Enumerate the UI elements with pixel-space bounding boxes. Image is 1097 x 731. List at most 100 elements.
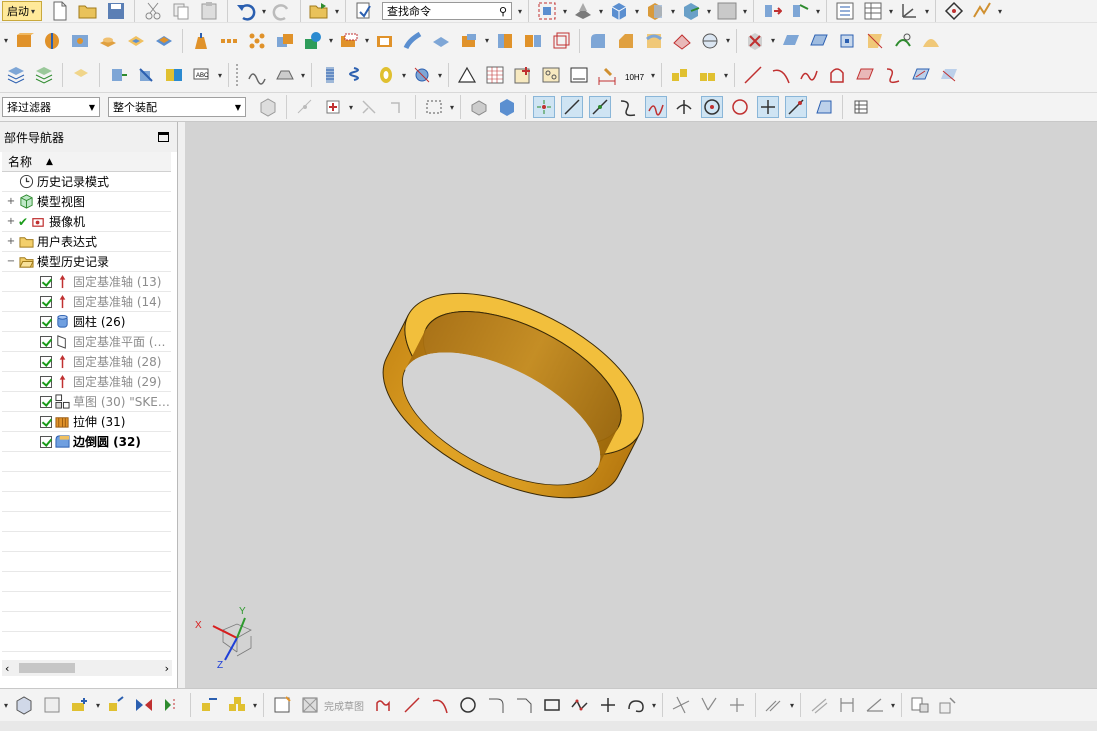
save-icon[interactable] xyxy=(105,0,127,22)
sketch-circle-icon[interactable] xyxy=(457,694,479,716)
feature-checkbox[interactable] xyxy=(40,435,52,448)
tree-node-model-history[interactable]: − 模型历史记录 xyxy=(2,252,171,272)
delete-face-icon[interactable] xyxy=(744,30,766,52)
feature-checkbox[interactable] xyxy=(40,315,52,328)
sphere-cut-icon[interactable] xyxy=(699,30,721,52)
line-icon[interactable] xyxy=(742,64,764,86)
profile-icon[interactable] xyxy=(826,64,848,86)
selection-scope-select[interactable]: 整个装配 ▼ xyxy=(108,97,246,117)
select-feature-icon[interactable] xyxy=(358,96,380,118)
fit-view-icon[interactable] xyxy=(536,0,558,22)
snap-arc-center-icon[interactable] xyxy=(701,96,723,118)
collapse-icon[interactable]: − xyxy=(6,256,16,267)
filter-settings-icon[interactable] xyxy=(257,96,279,118)
cut-icon[interactable] xyxy=(142,0,164,22)
boss-icon[interactable] xyxy=(97,30,119,52)
feature-checkbox[interactable] xyxy=(40,415,52,428)
snap-point-on-curve-icon[interactable] xyxy=(757,96,779,118)
sketch-chamfer-icon[interactable] xyxy=(513,694,535,716)
subtract-icon[interactable] xyxy=(302,30,324,52)
snap-point-icon[interactable] xyxy=(294,96,316,118)
feature-checkbox[interactable] xyxy=(40,355,52,368)
render-style-icon[interactable] xyxy=(572,0,594,22)
feature-checkbox[interactable] xyxy=(40,395,52,408)
mesh-surface-icon[interactable] xyxy=(274,64,296,86)
feature-row-datum-plane[interactable]: 固定基准平面 (… xyxy=(2,332,171,352)
rectangle-select-icon[interactable] xyxy=(423,96,445,118)
assembly-add-icon[interactable] xyxy=(107,64,129,86)
offset-curve-icon[interactable] xyxy=(882,64,904,86)
split-body-icon[interactable] xyxy=(522,30,544,52)
curve-on-surface-icon[interactable] xyxy=(910,64,932,86)
feature-row-datum-axis-28[interactable]: 固定基准轴 (28) xyxy=(2,352,171,372)
intersect-icon[interactable] xyxy=(338,30,360,52)
gear-icon[interactable] xyxy=(411,64,433,86)
sketch-rectangle-icon[interactable] xyxy=(541,694,563,716)
draft-icon[interactable] xyxy=(190,30,212,52)
make-corner-icon[interactable] xyxy=(726,694,748,716)
sketch-relation-icon[interactable] xyxy=(937,694,959,716)
sketch-arc-icon[interactable] xyxy=(429,694,451,716)
feature-checkbox[interactable] xyxy=(40,275,52,288)
angular-dimension-icon[interactable] xyxy=(864,694,886,716)
expand-icon[interactable]: + xyxy=(6,216,16,227)
snap-bounded-grid-icon[interactable] xyxy=(813,96,835,118)
explode-view-icon[interactable] xyxy=(161,694,183,716)
dimension-icon[interactable] xyxy=(596,64,618,86)
finish-sketch-label[interactable]: 完成草图 xyxy=(324,698,364,713)
scrollbar-thumb[interactable] xyxy=(19,663,75,673)
geometric-constraint-icon[interactable] xyxy=(808,694,830,716)
sketch-line-icon[interactable] xyxy=(401,694,423,716)
triangle-icon[interactable] xyxy=(456,64,478,86)
extrude-icon[interactable] xyxy=(13,30,35,52)
rapid-dimension-icon[interactable] xyxy=(836,694,858,716)
tree-node-history-mode[interactable]: 历史记录模式 xyxy=(2,172,171,192)
tree-node-user-expressions[interactable]: + 用户表达式 xyxy=(2,232,171,252)
intersection-curve-icon[interactable] xyxy=(938,64,960,86)
type-filter-select[interactable]: 择过滤器 ▼ xyxy=(2,97,100,117)
constraint-icon[interactable] xyxy=(135,64,157,86)
chamfer-icon[interactable] xyxy=(615,30,637,52)
snap-tangent-icon[interactable] xyxy=(617,96,639,118)
revolve-icon[interactable] xyxy=(41,30,63,52)
curve-network-icon[interactable] xyxy=(246,64,268,86)
column-header-name[interactable]: 名称 ▲ xyxy=(2,152,171,172)
wireframe-box-icon[interactable] xyxy=(550,30,572,52)
hole-icon[interactable] xyxy=(69,30,91,52)
grid-plus-icon[interactable] xyxy=(512,64,534,86)
offset-region-icon[interactable] xyxy=(864,30,886,52)
pattern-grid-icon[interactable] xyxy=(246,30,268,52)
abc-annotation-icon[interactable]: ABC xyxy=(191,64,213,86)
sketch-fillet-icon[interactable] xyxy=(485,694,507,716)
layer-settings-icon[interactable] xyxy=(33,64,55,86)
snap-point-on-surface-icon[interactable] xyxy=(785,96,807,118)
list-view-icon[interactable] xyxy=(834,0,856,22)
replace-face-icon[interactable] xyxy=(892,30,914,52)
show-hide-icon[interactable] xyxy=(468,96,490,118)
stock-icon[interactable] xyxy=(70,64,92,86)
move-object-icon[interactable] xyxy=(761,0,783,22)
snap-perpendicular-icon[interactable] xyxy=(673,96,695,118)
snap-intersection-icon[interactable] xyxy=(645,96,667,118)
panel-splitter[interactable] xyxy=(178,122,185,688)
pad-icon[interactable] xyxy=(153,30,175,52)
profile-sketch-icon[interactable] xyxy=(373,694,395,716)
bearing-icon[interactable] xyxy=(375,64,397,86)
component-array-icon[interactable] xyxy=(669,64,691,86)
wave-link-icon[interactable] xyxy=(198,694,220,716)
maximize-icon[interactable] xyxy=(158,132,169,142)
snap-midpoint-icon[interactable] xyxy=(589,96,611,118)
sketch-spline-icon[interactable] xyxy=(625,694,647,716)
copy-icon[interactable] xyxy=(170,0,192,22)
layer-visibility-icon[interactable] xyxy=(680,0,702,22)
wcs-icon[interactable] xyxy=(898,0,920,22)
resize-blend-icon[interactable] xyxy=(920,30,942,52)
mirror-assembly-icon[interactable] xyxy=(133,694,155,716)
sweep-icon[interactable] xyxy=(402,30,424,52)
feature-row-datum-axis-29[interactable]: 固定基准轴 (29) xyxy=(2,372,171,392)
move-face-icon[interactable] xyxy=(808,30,830,52)
ring-part[interactable] xyxy=(358,260,668,531)
snap-view-icon[interactable] xyxy=(943,0,965,22)
component-pattern-icon[interactable] xyxy=(226,694,248,716)
pocket-icon[interactable] xyxy=(125,30,147,52)
